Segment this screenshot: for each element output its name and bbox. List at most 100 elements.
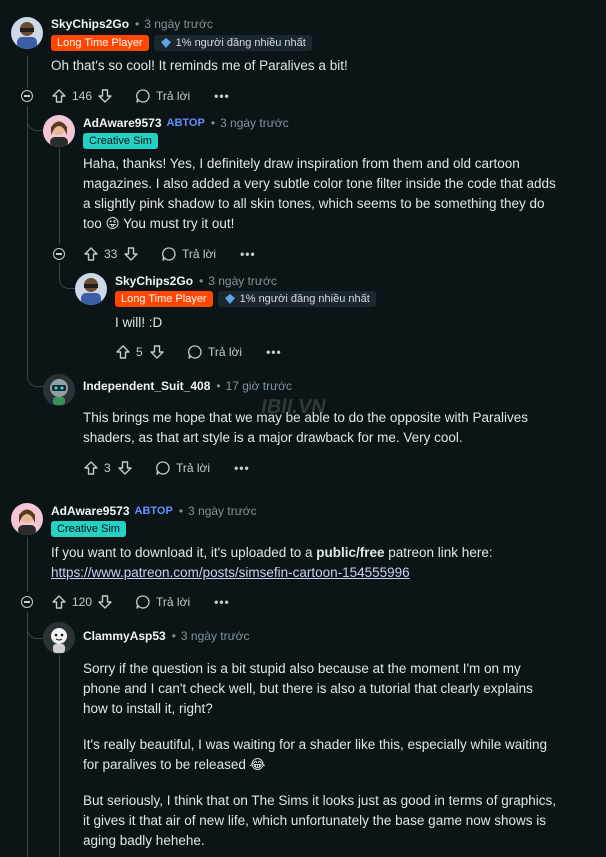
avatar[interactable] (11, 503, 43, 535)
op-badge: ABTOP (134, 505, 173, 517)
comment-body: Sorry if the question is a bit stupid al… (83, 659, 598, 851)
comment-body: Haha, thanks! Yes, I definitely draw ins… (83, 154, 593, 234)
reply-button[interactable]: Trả lời (155, 460, 210, 476)
thread-line (59, 655, 60, 857)
reply-label: Trả lời (176, 461, 211, 475)
vote-group: 146 (51, 88, 113, 104)
username[interactable]: ClammyAsp53 (83, 629, 166, 643)
reply-label: Trả lời (182, 247, 217, 261)
username[interactable]: Independent_Suit_408 (83, 379, 210, 393)
more-options-button[interactable]: ••• (214, 89, 230, 103)
thread-line (27, 612, 28, 857)
user-flairs: Creative Sim (83, 133, 158, 149)
downvote-icon[interactable] (97, 88, 113, 104)
username[interactable]: AdAware9573 (83, 116, 162, 130)
upvote-icon[interactable] (83, 460, 99, 476)
comment-meta: SkyChips2Go • 3 ngày trước (51, 17, 213, 31)
flair-long-time-player: Long Time Player (115, 291, 213, 307)
downvote-icon[interactable] (97, 594, 113, 610)
thread-line (27, 106, 28, 372)
timestamp[interactable]: 3 ngày trước (144, 17, 213, 31)
username[interactable]: SkyChips2Go (51, 17, 129, 31)
more-options-button[interactable]: ••• (240, 247, 256, 261)
comment-text: Oh that's so cool! It reminds me of Para… (51, 58, 348, 73)
avatar[interactable] (75, 273, 107, 305)
comment-text-line: magazines. I also added a very subtle co… (83, 176, 556, 191)
text-segment: If you want to download it, it's uploade… (51, 545, 317, 560)
avatar[interactable] (43, 115, 75, 147)
user-flairs: Creative Sim (51, 521, 126, 537)
collapse-thread-button[interactable] (53, 248, 65, 260)
timestamp[interactable]: 3 ngày trước (220, 116, 289, 130)
thread-connector (27, 360, 46, 387)
comment-meta: Independent_Suit_408 • 17 giờ trước (83, 379, 292, 393)
avatar[interactable] (43, 622, 75, 654)
username[interactable]: AdAware9573 (51, 504, 130, 518)
vote-count: 3 (104, 461, 111, 475)
upvote-icon[interactable] (51, 88, 67, 104)
timestamp[interactable]: 3 ngày trước (181, 629, 250, 643)
reply-button[interactable]: Trả lời (161, 246, 216, 262)
comment-bubble-icon (136, 595, 150, 609)
reply-button[interactable]: Trả lời (135, 594, 190, 610)
vote-group: 5 (115, 344, 165, 360)
comment-meta: AdAware9573 ABTOP • 3 ngày trước (51, 504, 257, 518)
comment-text-line: Haha, thanks! Yes, I definitely draw ins… (83, 156, 520, 171)
collapse-thread-button[interactable] (21, 596, 33, 608)
text-segment: patreon link here: (384, 545, 493, 560)
username[interactable]: SkyChips2Go (115, 274, 193, 288)
flair-top-poster-label: 1% người đăng nhiều nhất (175, 37, 306, 49)
patreon-link[interactable]: https://www.patreon.com/posts/simsefin-c… (51, 565, 410, 580)
comment-text-line: But seriously, I think that on The Sims … (83, 793, 556, 808)
bold-text: public/free (316, 545, 385, 560)
downvote-icon[interactable] (117, 460, 133, 476)
vote-group: 3 (83, 460, 133, 476)
collapse-thread-button[interactable] (21, 90, 33, 102)
comment-bubble-icon (188, 345, 202, 359)
timestamp[interactable]: 3 ngày trước (208, 274, 277, 288)
comment-meta: ClammyAsp53 • 3 ngày trước (83, 629, 250, 643)
reply-button[interactable]: Trả lời (187, 344, 242, 360)
vote-group: 120 (51, 594, 113, 610)
flair-top-poster-label: 1% người đăng nhiều nhất (239, 293, 370, 305)
separator-dot: • (135, 17, 140, 31)
flair-creative-sim: Creative Sim (51, 521, 126, 537)
reply-button[interactable]: Trả lời (135, 88, 190, 104)
upvote-icon[interactable] (115, 344, 131, 360)
comment-text-line: aging badly hehehe. (83, 833, 205, 848)
separator-dot: • (210, 116, 216, 130)
avatar[interactable] (43, 374, 75, 406)
more-options-button[interactable]: ••• (266, 345, 282, 359)
more-options-button[interactable]: ••• (234, 461, 250, 475)
upvote-icon[interactable] (51, 594, 67, 610)
comment-actions: 120 Trả lời ••• (51, 594, 230, 610)
separator-dot: • (199, 274, 204, 288)
vote-count: 146 (72, 89, 93, 103)
comment-text-line: It's really beautiful, I was waiting for… (83, 737, 548, 752)
downvote-icon[interactable] (123, 246, 139, 262)
more-options-button[interactable]: ••• (214, 595, 230, 609)
comment-actions: 146 Trả lời ••• (51, 88, 230, 104)
timestamp[interactable]: 17 giờ trước (226, 379, 292, 393)
avatar[interactable] (11, 17, 43, 49)
timestamp[interactable]: 3 ngày trước (188, 504, 257, 518)
reply-label: Trả lời (208, 345, 243, 359)
diamond-icon (160, 38, 171, 48)
flair-top-poster: 1% người đăng nhiều nhất (153, 35, 312, 51)
reply-label: Trả lời (156, 595, 191, 609)
watermark-logo: IBlI.VN (259, 396, 328, 418)
diamond-icon (224, 294, 235, 304)
comment-actions: 3 Trả lời ••• (83, 460, 250, 476)
reply-label: Trả lời (156, 89, 191, 103)
comment-actions: 5 Trả lời ••• (115, 344, 282, 360)
comment-text-line: phone and I can't check well, but there … (83, 681, 533, 696)
comment-text-line: a slightly pink shadow to all skin tones… (83, 196, 545, 211)
vote-group: 33 (83, 246, 139, 262)
comment-text-line: Sorry if the question is a bit stupid al… (83, 661, 521, 676)
comment-meta: AdAware9573 ABTOP • 3 ngày trước (83, 116, 289, 130)
comment-body: Oh that's so cool! It reminds me of Para… (51, 56, 348, 76)
flair-long-time-player: Long Time Player (51, 35, 149, 51)
upvote-icon[interactable] (83, 246, 99, 262)
downvote-icon[interactable] (149, 344, 165, 360)
separator-dot: • (171, 629, 176, 643)
